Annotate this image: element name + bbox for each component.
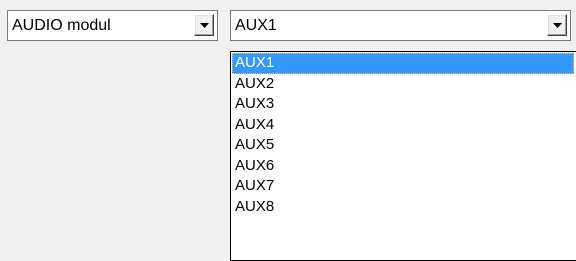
channel-option-aux1[interactable]: AUX1 [232, 53, 574, 74]
channel-dropdown-list: AUX1 AUX2 AUX3 AUX4 AUX5 AUX6 AUX7 AUX8 [230, 51, 576, 261]
chevron-down-icon [553, 23, 562, 28]
channel-option-aux3[interactable]: AUX3 [231, 94, 576, 115]
channel-option-aux8[interactable]: AUX8 [231, 197, 576, 218]
channel-select-dropdown-button[interactable] [547, 14, 567, 36]
channel-option-aux4[interactable]: AUX4 [231, 115, 576, 136]
channel-option-aux2[interactable]: AUX2 [231, 74, 576, 95]
module-select-dropdown-button[interactable] [194, 14, 214, 36]
channel-option-aux6[interactable]: AUX6 [231, 156, 576, 177]
module-select-value: AUDIO modul [12, 16, 111, 34]
channel-select-value: AUX1 [235, 16, 277, 34]
chevron-down-icon [200, 23, 209, 28]
channel-option-aux7[interactable]: AUX7 [231, 176, 576, 197]
channel-select[interactable]: AUX1 [230, 10, 571, 41]
module-select[interactable]: AUDIO modul [7, 10, 218, 41]
channel-option-aux5[interactable]: AUX5 [231, 135, 576, 156]
